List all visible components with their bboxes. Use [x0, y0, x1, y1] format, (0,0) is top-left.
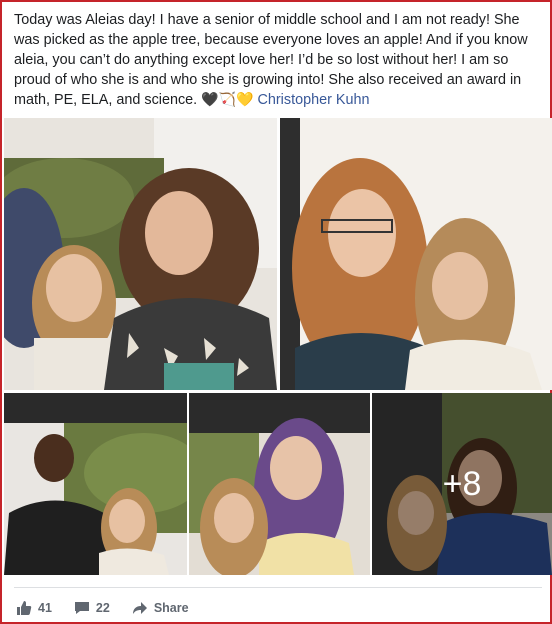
like-count: 41 — [38, 601, 52, 615]
thumbs-up-icon — [16, 600, 32, 616]
photo-5-more[interactable]: +8 — [372, 393, 552, 575]
post-card: Today was Aleias day! I have a senior of… — [0, 0, 552, 624]
like-button[interactable]: 41 — [16, 600, 52, 616]
emoji-group: 🖤🏹💛 — [201, 92, 254, 108]
photo-1[interactable] — [4, 118, 277, 390]
more-photos-overlay[interactable]: +8 — [372, 393, 552, 575]
post-text: Today was Aleias day! I have a senior of… — [14, 10, 546, 110]
photo-4[interactable] — [189, 393, 370, 575]
tagged-user-link[interactable]: Christopher Kuhn — [257, 92, 369, 108]
comment-icon — [74, 600, 90, 616]
share-button[interactable]: Share — [132, 600, 189, 616]
comment-button[interactable]: 22 — [74, 600, 110, 616]
photo-2[interactable] — [280, 118, 552, 390]
share-arrow-icon — [132, 600, 148, 616]
comment-count: 22 — [95, 601, 110, 615]
share-label: Share — [153, 601, 189, 615]
photo-3[interactable] — [4, 393, 187, 575]
post-actions: 41 22 Share — [16, 598, 211, 618]
footer-divider — [14, 587, 542, 588]
